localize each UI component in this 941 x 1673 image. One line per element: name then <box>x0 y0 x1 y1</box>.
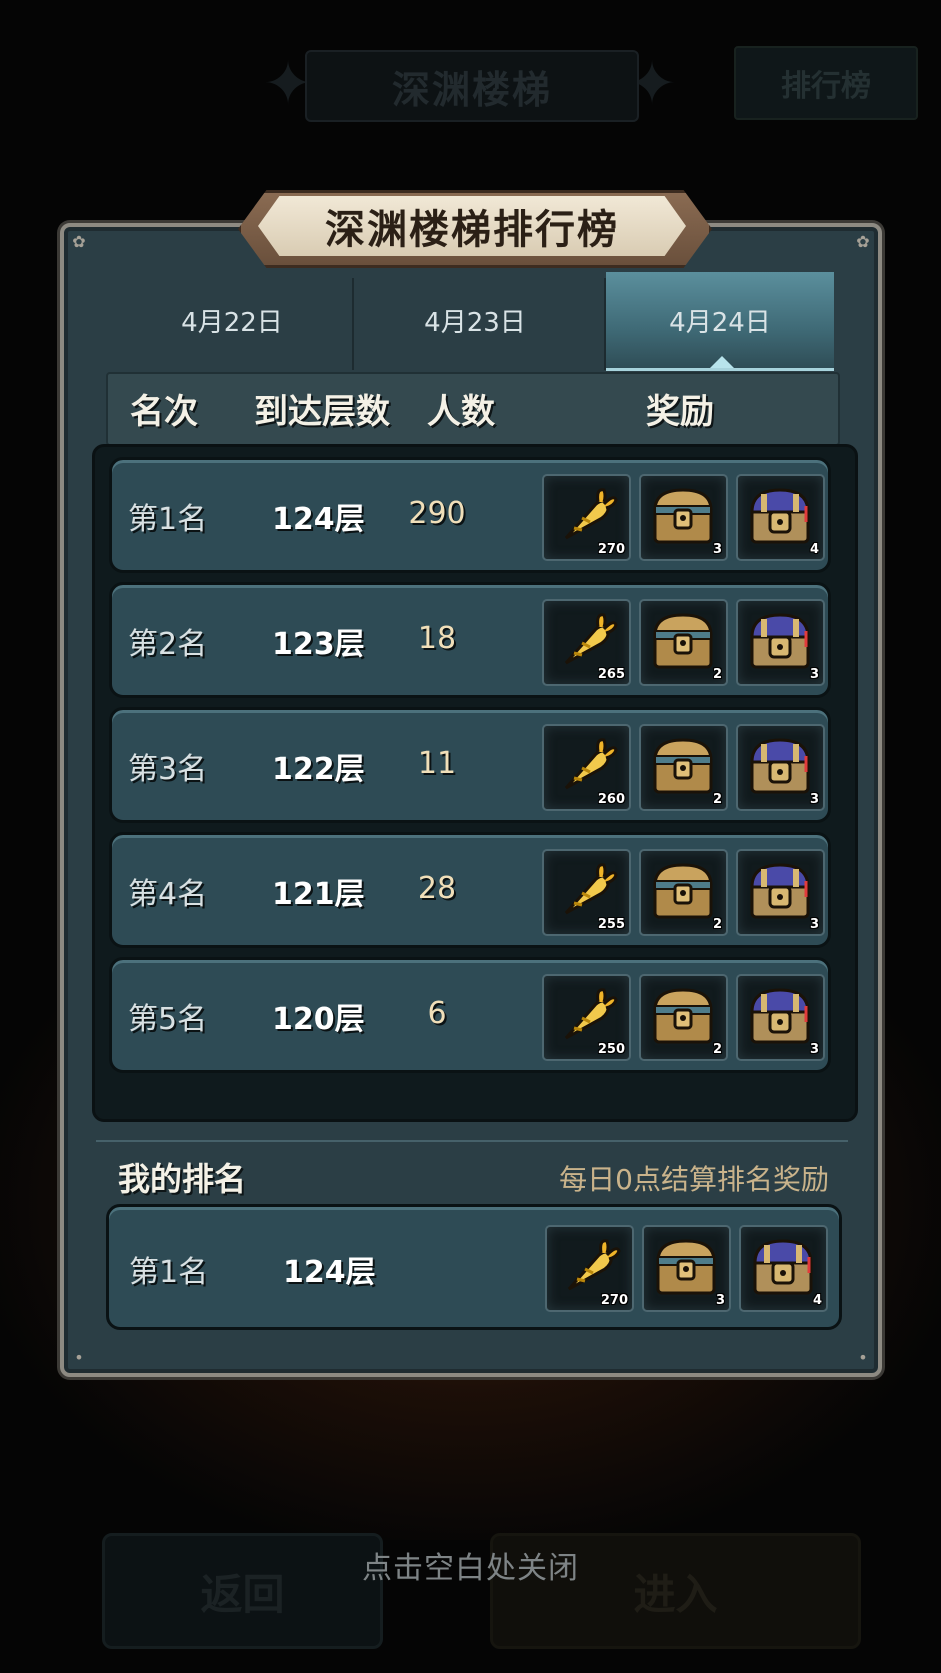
floor-value: 122层 <box>272 752 365 787</box>
header-reward: 奖励 <box>646 392 714 432</box>
rank-value: 第5名 <box>128 1002 208 1037</box>
corner-ornament-icon: ✿ <box>72 232 86 251</box>
player-count: 290 <box>408 496 466 531</box>
reward-quantity: 260 <box>597 792 625 807</box>
floor-value: 120层 <box>272 1002 365 1037</box>
reward-item[interactable]: 4 <box>739 1225 828 1312</box>
reward-item[interactable]: 265 <box>542 599 631 686</box>
tab-label: 4月22日 <box>181 307 283 338</box>
close-hint: 点击空白处关闭 <box>362 1551 579 1586</box>
reward-quantity: 255 <box>597 917 625 932</box>
leaderboard-button-label: 排行榜 <box>781 69 871 104</box>
reward-item[interactable]: 3 <box>736 599 825 686</box>
corner-rivet-icon: • <box>74 1348 84 1367</box>
rank-value: 第2名 <box>128 627 208 662</box>
row-rewards: 260 2 3 <box>542 724 825 811</box>
reward-quantity: 3 <box>809 792 819 807</box>
stage-title: 深渊楼梯 <box>391 67 552 112</box>
table-row: 第3名 122层 11 260 2 3 <box>109 707 831 823</box>
reward-item[interactable]: 260 <box>542 724 631 811</box>
rank-value: 第4名 <box>128 877 208 912</box>
reward-item[interactable]: 3 <box>642 1225 731 1312</box>
tab-apr-22[interactable]: 4月22日 <box>112 272 352 368</box>
reward-quantity: 3 <box>809 917 819 932</box>
reward-quantity: 250 <box>597 1042 625 1057</box>
player-count: 18 <box>417 621 457 656</box>
stage-title-banner: 深渊楼梯 <box>305 50 639 122</box>
my-rank-row: 第1名 124层 270 3 4 <box>106 1204 842 1330</box>
reward-quantity: 3 <box>712 542 722 557</box>
section-divider <box>96 1140 848 1142</box>
header-count: 人数 <box>427 392 495 432</box>
reward-quantity: 3 <box>809 667 819 682</box>
dialog-title: 深渊楼梯排行榜 <box>325 207 619 253</box>
reward-item[interactable]: 2 <box>639 724 728 811</box>
reward-quantity: 3 <box>809 1042 819 1057</box>
reward-quantity: 3 <box>715 1293 725 1308</box>
player-count: 28 <box>417 871 457 906</box>
ranking-list[interactable]: 第1名 124层 290 270 3 4 第2名 123层 18 265 2 3 第3名 122层 11 26… <box>92 444 858 1122</box>
floor-value: 123层 <box>272 627 365 662</box>
reward-quantity: 270 <box>597 542 625 557</box>
my-rewards: 270 3 4 <box>545 1225 828 1312</box>
my-floor-value: 124层 <box>283 1255 376 1290</box>
row-rewards: 265 2 3 <box>542 599 825 686</box>
reward-item[interactable]: 250 <box>542 974 631 1061</box>
reward-quantity: 2 <box>712 792 722 807</box>
rank-value: 第1名 <box>128 502 208 537</box>
table-row: 第1名 124层 290 270 3 4 <box>109 457 831 573</box>
reward-item[interactable]: 255 <box>542 849 631 936</box>
reward-item[interactable]: 270 <box>545 1225 634 1312</box>
rank-value: 第3名 <box>128 752 208 787</box>
player-count: 11 <box>417 746 457 781</box>
reward-item[interactable]: 270 <box>542 474 631 561</box>
tab-label: 4月23日 <box>424 307 526 338</box>
reward-quantity: 4 <box>809 542 819 557</box>
tab-divider <box>352 278 354 370</box>
my-rank-label: 我的排名 <box>118 1160 247 1198</box>
reward-quantity: 2 <box>712 667 722 682</box>
tab-apr-23[interactable]: 4月23日 <box>355 272 595 368</box>
reward-quantity: 265 <box>597 667 625 682</box>
header-floor: 到达层数 <box>254 392 390 432</box>
dialog-title-banner: 深渊楼梯排行榜 <box>258 196 686 256</box>
reward-quantity: 4 <box>812 1293 822 1308</box>
reward-item[interactable]: 2 <box>639 974 728 1061</box>
reward-quantity: 2 <box>712 1042 722 1057</box>
reward-quantity: 2 <box>712 917 722 932</box>
my-rank-value: 第1名 <box>129 1255 209 1290</box>
reward-item[interactable]: 4 <box>736 474 825 561</box>
leaderboard-button[interactable]: 排行榜 <box>734 46 918 120</box>
floor-value: 124层 <box>272 502 365 537</box>
reward-item[interactable]: 3 <box>736 849 825 936</box>
corner-rivet-icon: • <box>858 1348 868 1367</box>
floor-value: 121层 <box>272 877 365 912</box>
table-row: 第4名 121层 28 255 2 3 <box>109 832 831 948</box>
reward-item[interactable]: 3 <box>736 974 825 1061</box>
row-rewards: 250 2 3 <box>542 974 825 1061</box>
reward-item[interactable]: 3 <box>639 474 728 561</box>
table-row: 第5名 120层 6 250 2 3 <box>109 957 831 1073</box>
row-rewards: 255 2 3 <box>542 849 825 936</box>
selected-tab-pointer-icon <box>710 356 734 368</box>
table-row: 第2名 123层 18 265 2 3 <box>109 582 831 698</box>
settlement-note: 每日0点结算排名奖励 <box>559 1163 829 1196</box>
row-rewards: 270 3 4 <box>542 474 825 561</box>
player-count: 6 <box>427 996 447 1031</box>
reward-item[interactable]: 3 <box>736 724 825 811</box>
reward-quantity: 270 <box>600 1293 628 1308</box>
reward-item[interactable]: 2 <box>639 849 728 936</box>
reward-item[interactable]: 2 <box>639 599 728 686</box>
corner-ornament-icon: ✿ <box>856 232 870 251</box>
tab-label: 4月24日 <box>669 307 771 338</box>
header-rank: 名次 <box>130 392 198 432</box>
